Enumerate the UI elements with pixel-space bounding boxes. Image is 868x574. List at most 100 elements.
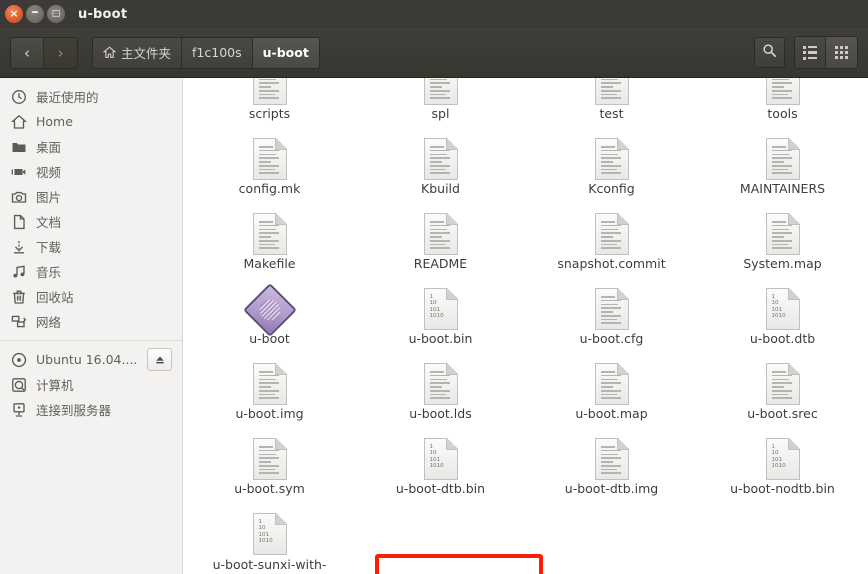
- text-lines: [600, 146, 621, 175]
- file-item[interactable]: scripts: [184, 78, 355, 135]
- text-file-icon: [765, 213, 800, 255]
- file-item[interactable]: Makefile: [184, 210, 355, 285]
- file-item[interactable]: 1 10 101 1010 u-boot-dtb.bin: [355, 435, 526, 510]
- sidebar-item-label: 回收站: [36, 290, 74, 305]
- music-icon: [10, 263, 27, 280]
- window-controls: × – □: [0, 5, 65, 23]
- document-icon: [10, 213, 27, 230]
- file-item[interactable]: tools: [697, 78, 868, 135]
- list-view-button[interactable]: [795, 37, 826, 68]
- file-item[interactable]: u-boot-dtb.img: [526, 435, 697, 510]
- window-title: u-boot: [78, 6, 128, 22]
- file-item[interactable]: snapshot.commit: [526, 210, 697, 285]
- breadcrumb-item-home[interactable]: 主文件夹: [93, 37, 183, 68]
- toolbar-right-group: [754, 36, 858, 69]
- text-lines: [600, 78, 621, 100]
- file-list-pane[interactable]: scripts spl test tools config.mk Kbuild Kconfi…: [184, 78, 868, 574]
- page-shape: [594, 213, 629, 255]
- file-name-label: u-boot.lds: [409, 406, 472, 421]
- view-mode-toggle: [794, 36, 858, 69]
- file-name-label: Kconfig: [588, 181, 635, 196]
- file-name-label: MAINTAINERS: [739, 181, 826, 196]
- file-item[interactable]: u-boot.map: [526, 360, 697, 435]
- page-shape: [594, 78, 629, 105]
- camera-icon: [10, 188, 27, 205]
- page-shape: [594, 363, 629, 405]
- file-name-label: u-boot-dtb.bin: [395, 481, 486, 496]
- sidebar-item-桌面[interactable]: 桌面: [0, 134, 182, 159]
- text-file-icon: [423, 138, 458, 180]
- text-lines: [771, 78, 792, 100]
- file-item[interactable]: u-boot.img: [184, 360, 355, 435]
- binary-digits: 1 10 101 1010: [429, 294, 444, 320]
- page-shape: 1 10 101 1010: [765, 288, 800, 330]
- page-shape: [765, 138, 800, 180]
- file-name-label: test: [599, 106, 624, 121]
- sidebar-device-ubuntu-16-04-[interactable]: Ubuntu 16.04....: [0, 347, 182, 372]
- file-item[interactable]: config.mk: [184, 135, 355, 210]
- file-name-label: snapshot.commit: [557, 256, 666, 271]
- title-bar: × – □ u-boot: [0, 0, 868, 28]
- sidebar-item-图片[interactable]: 图片: [0, 184, 182, 209]
- text-lines: [258, 446, 279, 475]
- file-item[interactable]: u-boot.lds: [355, 360, 526, 435]
- breadcrumb-label: u-boot: [262, 45, 309, 60]
- text-file-icon: [594, 138, 629, 180]
- file-item[interactable]: test: [526, 78, 697, 135]
- file-item[interactable]: MAINTAINERS: [697, 135, 868, 210]
- file-item[interactable]: u-boot.srec: [697, 360, 868, 435]
- binary-file-icon: 1 10 101 1010: [765, 438, 800, 480]
- sidebar-item-回收站[interactable]: 回收站: [0, 284, 182, 309]
- sidebar-item-最近使用的[interactable]: 最近使用的: [0, 84, 182, 109]
- sidebar-item-视频[interactable]: 视频: [0, 159, 182, 184]
- breadcrumb-item-u-boot[interactable]: u-boot: [252, 37, 319, 68]
- eject-button[interactable]: [147, 348, 172, 371]
- file-item[interactable]: Kconfig: [526, 135, 697, 210]
- home-icon: [102, 46, 117, 59]
- file-name-label: u-boot.sym: [234, 481, 305, 496]
- sidebar-item-音乐[interactable]: 音乐: [0, 259, 182, 284]
- file-name-label: u-boot-nodtb.bin: [730, 481, 835, 496]
- text-lines: [429, 78, 450, 100]
- forward-button[interactable]: ›: [44, 37, 77, 68]
- file-name-label: u-boot.img: [235, 406, 304, 421]
- file-item[interactable]: spl: [355, 78, 526, 135]
- back-button[interactable]: ‹: [11, 37, 44, 68]
- binary-digits: 1 10 101 1010: [258, 519, 273, 545]
- text-lines: [771, 221, 792, 250]
- sidebar-device-连接到服务器[interactable]: 连接到服务器: [0, 397, 182, 422]
- search-button[interactable]: [754, 37, 785, 68]
- file-name-label: scripts: [248, 106, 291, 121]
- file-item[interactable]: 1101011010 u-boot-sunxi-with-spl.bin: [184, 510, 355, 574]
- text-file-icon: [594, 438, 629, 480]
- page-shape: [252, 363, 287, 405]
- file-item[interactable]: 1 10 101 1010 u-boot-nodtb.bin: [697, 435, 868, 510]
- breadcrumb-item-f1c100s[interactable]: f1c100s: [182, 37, 253, 68]
- file-item[interactable]: README: [355, 210, 526, 285]
- file-name-label: README: [413, 256, 468, 271]
- file-item[interactable]: System.map: [697, 210, 868, 285]
- file-item[interactable]: u-boot.sym: [184, 435, 355, 510]
- sidebar-item-下载[interactable]: 下载: [0, 234, 182, 259]
- sidebar[interactable]: 最近使用的 Home 桌面 视频 图片 文档 下载 音乐回收站网络 Ubuntu 16.04.…: [0, 78, 183, 574]
- text-file-icon: [423, 363, 458, 405]
- sidebar-item-网络[interactable]: 网络: [0, 309, 182, 334]
- sidebar-device-计算机[interactable]: 计算机: [0, 372, 182, 397]
- file-item[interactable]: 1 10 101 1010 u-boot.dtb: [697, 285, 868, 360]
- binary-file-icon: 1 10 101 1010: [423, 288, 458, 330]
- maximize-icon: □: [51, 9, 61, 19]
- file-item[interactable]: u-boot: [184, 283, 355, 360]
- minimize-button[interactable]: –: [26, 5, 44, 23]
- file-item[interactable]: Kbuild: [355, 135, 526, 210]
- sidebar-item-home[interactable]: Home: [0, 109, 182, 134]
- file-item[interactable]: 1 10 101 1010 u-boot.bin: [355, 285, 526, 360]
- page-shape: [765, 363, 800, 405]
- close-button[interactable]: ×: [5, 5, 23, 23]
- maximize-button[interactable]: □: [47, 5, 65, 23]
- page-shape: [252, 213, 287, 255]
- file-name-label: System.map: [743, 256, 822, 271]
- file-item[interactable]: u-boot.cfg: [526, 285, 697, 360]
- sidebar-item-文档[interactable]: 文档: [0, 209, 182, 234]
- grid-view-button[interactable]: [826, 37, 857, 68]
- text-lines: [600, 296, 621, 325]
